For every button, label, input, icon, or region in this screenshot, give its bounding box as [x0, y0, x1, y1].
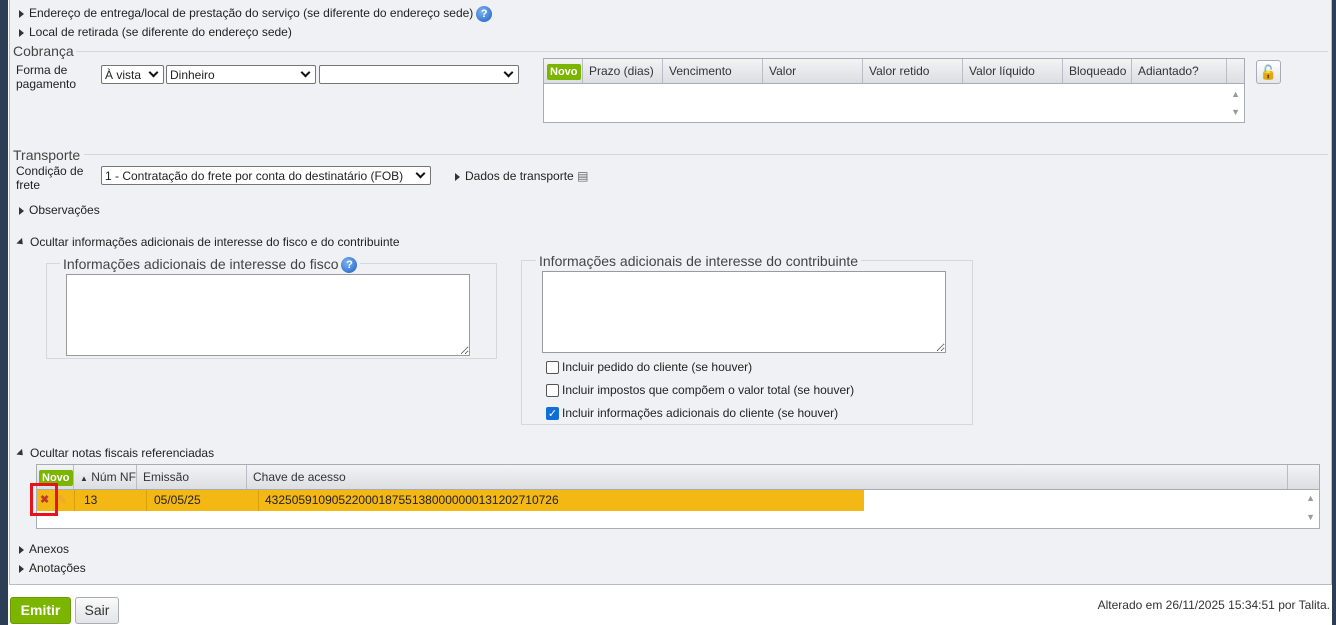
- toggle-label: Local de retirada (se diferente do ender…: [29, 25, 292, 39]
- chevron-down-icon: [300, 67, 311, 78]
- scroll-up-icon[interactable]: ▲: [1306, 493, 1315, 503]
- checkbox-label: Incluir pedido do cliente (se houver): [562, 360, 753, 374]
- column-header[interactable]: Valor retido: [863, 59, 963, 83]
- toggle-label: Endereço de entrega/local de prestação d…: [29, 6, 474, 21]
- expand-icon: [19, 564, 24, 573]
- extra-pagamento-select[interactable]: [319, 65, 519, 84]
- column-header[interactable]: Emissão: [137, 465, 247, 489]
- fisco-textarea[interactable]: [66, 274, 470, 356]
- expand-icon: [19, 545, 24, 554]
- emitir-button[interactable]: Emitir: [10, 597, 71, 624]
- contribuinte-textarea[interactable]: [542, 271, 946, 353]
- scroll-up-icon[interactable]: ▲: [1231, 89, 1240, 99]
- select-value: 1 - Contratação do frete por conta do de…: [105, 168, 404, 183]
- divider: [84, 154, 1328, 155]
- column-header[interactable]: Vencimento: [663, 59, 763, 83]
- column-header[interactable]: Chave de acesso: [247, 465, 1288, 489]
- divider: [76, 51, 1328, 52]
- chevron-down-icon: [415, 168, 426, 179]
- toggle-label: Anotações: [29, 561, 86, 575]
- table-row[interactable]: ✖ ✎ 13 05/05/25 432505910905220001875513…: [37, 490, 864, 511]
- column-label: Núm NF: [91, 470, 136, 484]
- toggle-ocultar-notas[interactable]: Ocultar notas fiscais referenciadas: [16, 446, 215, 460]
- checkbox-incluir-pedido[interactable]: Incluir pedido do cliente (se houver): [546, 360, 752, 374]
- toggle-label: Anexos: [29, 542, 70, 556]
- checkbox-label: Incluir informações adicionais do client…: [562, 406, 839, 420]
- highlight-box: [30, 483, 58, 516]
- right-edge: [1332, 0, 1336, 625]
- column-header[interactable]: Valor: [763, 59, 863, 83]
- column-header[interactable]: Prazo (dias): [583, 59, 663, 83]
- select-value: À vista: [105, 67, 142, 82]
- chevron-down-icon: [503, 67, 514, 78]
- cell-chave: 4325059109052200018755138000000013120271…: [258, 490, 864, 511]
- column-header[interactable]: Valor líquido: [963, 59, 1063, 83]
- left-edge: [0, 0, 8, 625]
- toggle-anotacoes[interactable]: Anotações: [19, 561, 86, 575]
- expand-icon: [19, 10, 24, 18]
- checkbox-incluir-info-cliente[interactable]: ✓ Incluir informações adicionais do clien…: [546, 406, 838, 420]
- checkbox-incluir-impostos[interactable]: Incluir impostos que compõem o valor tot…: [546, 383, 854, 397]
- expand-icon: [19, 206, 24, 215]
- condicao-frete-select[interactable]: 1 - Contratação do frete por conta do de…: [101, 166, 431, 185]
- cobranca-legend: Cobrança: [13, 43, 74, 59]
- help-icon[interactable]: ?: [476, 6, 493, 22]
- toggle-label: Ocultar notas fiscais referenciadas: [30, 446, 215, 460]
- column-header[interactable]: Adiantado?: [1132, 59, 1227, 83]
- checkbox-checked[interactable]: ✓: [546, 406, 559, 420]
- toggle-dados-transporte[interactable]: Dados de transporte ▤: [455, 169, 588, 183]
- grid-header: Novo ▲ Núm NF Emissão Chave de acesso: [37, 465, 1319, 490]
- legend-text: Informações adicionais de interesse do f…: [63, 256, 339, 272]
- cell-emissao: 05/05/25: [146, 490, 258, 511]
- notas-grid: Novo ▲ Núm NF Emissão Chave de acesso ✖ …: [36, 464, 1320, 529]
- parcelas-grid: Novo Prazo (dias) Vencimento Valor Valor…: [543, 58, 1245, 123]
- collapse-icon: [16, 449, 26, 459]
- toggle-label: Ocultar informações adicionais de intere…: [30, 235, 400, 249]
- toggle-label: Dados de transporte: [465, 169, 574, 183]
- grid-header: Novo Prazo (dias) Vencimento Valor Valor…: [544, 59, 1244, 84]
- toggle-entrega[interactable]: Endereço de entrega/local de prestação d…: [19, 6, 493, 22]
- fisco-legend: Informações adicionais de interesse do f…: [60, 256, 361, 274]
- toggle-anexos[interactable]: Anexos: [19, 542, 69, 556]
- meio-pagamento-select[interactable]: Dinheiro: [166, 65, 316, 84]
- column-header-num-nf[interactable]: ▲ Núm NF: [74, 465, 137, 489]
- expand-icon: [455, 172, 460, 181]
- scroll-down-icon[interactable]: ▼: [1306, 512, 1315, 522]
- select-value: Dinheiro: [170, 67, 215, 82]
- sort-asc-icon: ▲: [80, 474, 88, 483]
- novo-cell: Novo: [544, 59, 583, 83]
- condicao-frete-label: Condição de frete: [16, 164, 84, 192]
- transporte-legend: Transporte: [13, 147, 81, 163]
- checkbox-label: Incluir impostos que compõem o valor tot…: [562, 383, 855, 397]
- checkbox[interactable]: [546, 383, 559, 397]
- forma-pagamento-label: Forma de pagamento: [16, 63, 77, 91]
- chevron-down-icon: [148, 67, 159, 78]
- toggle-retirada[interactable]: Local de retirada (se diferente do ender…: [19, 25, 292, 39]
- novo-parcela-button[interactable]: Novo: [547, 64, 581, 80]
- toggle-observacoes[interactable]: Observações: [19, 203, 100, 217]
- toggle-label: Observações: [29, 203, 100, 217]
- contribuinte-legend: Informações adicionais de interesse do c…: [536, 253, 862, 269]
- collapse-icon: [16, 238, 26, 248]
- column-header[interactable]: Bloqueado: [1063, 59, 1132, 83]
- help-icon[interactable]: ?: [341, 257, 358, 274]
- scroll-down-icon[interactable]: ▼: [1231, 107, 1240, 117]
- toggle-ocultar-info[interactable]: Ocultar informações adicionais de intere…: [16, 235, 400, 249]
- document-icon: ▤: [577, 169, 589, 183]
- edit-pencil-icon[interactable]: ✎: [57, 490, 67, 511]
- condicao-pagamento-select[interactable]: À vista: [101, 65, 164, 84]
- sair-button[interactable]: Sair: [75, 597, 119, 624]
- unlock-icon[interactable]: 🔓: [1256, 60, 1281, 84]
- last-modified-status: Alterado em 26/11/2025 15:34:51 por Tali…: [1097, 598, 1330, 612]
- checkbox[interactable]: [546, 360, 559, 374]
- expand-icon: [19, 28, 24, 37]
- cell-num: 13: [74, 490, 146, 511]
